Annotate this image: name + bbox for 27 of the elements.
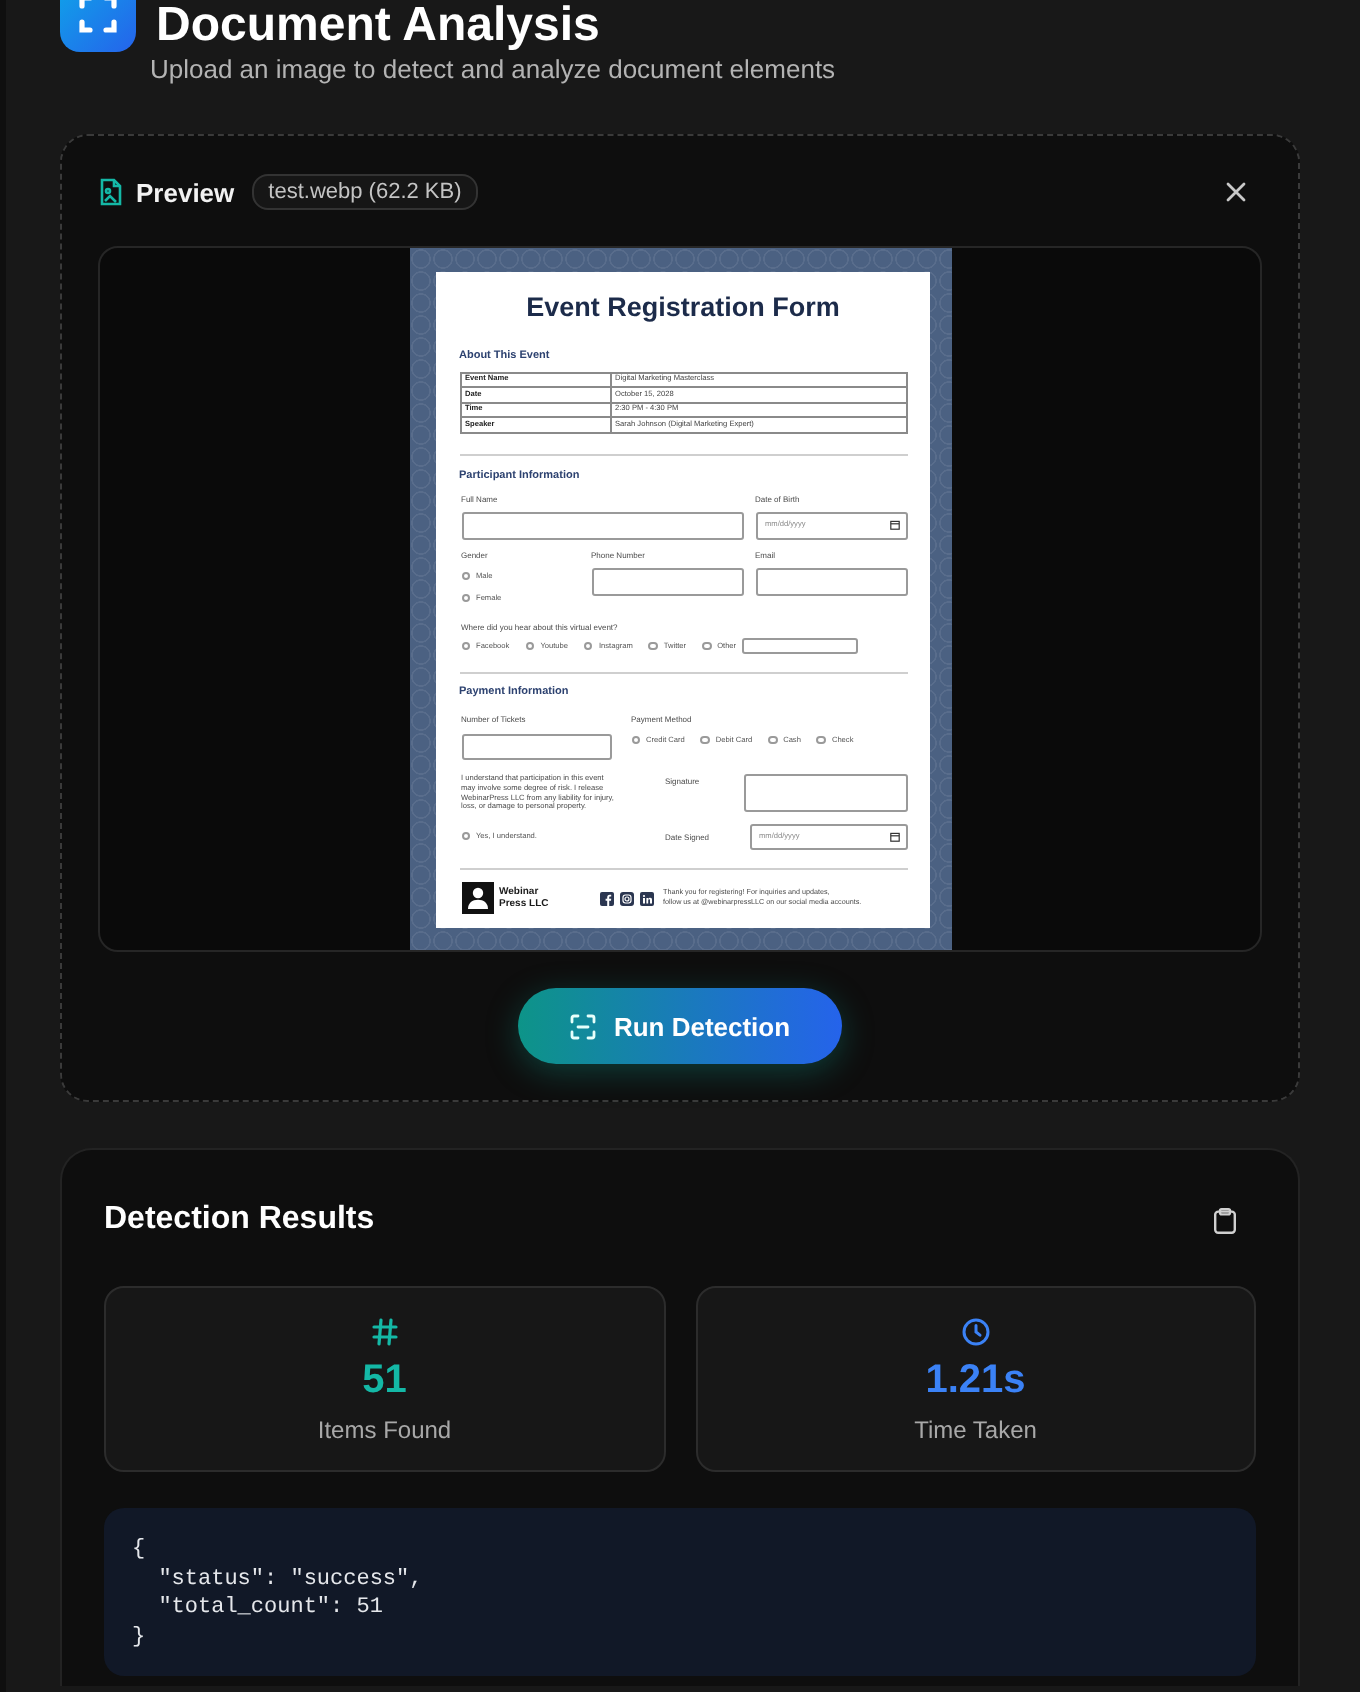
linkedin-icon (639, 891, 653, 906)
person-logo-icon (461, 882, 493, 915)
results-title: Detection Results (104, 1200, 375, 1240)
preview-label: Preview (136, 177, 235, 207)
file-image-icon (100, 178, 122, 206)
stat-value: 51 (362, 1356, 407, 1404)
facebook-icon (599, 891, 613, 906)
run-detection-button[interactable]: Run Detection (518, 988, 842, 1064)
close-button[interactable] (1226, 182, 1246, 202)
stat-label: Items Found (317, 1416, 452, 1444)
calendar-icon (889, 831, 899, 842)
file-chip: test.webp (62.2 KB) (252, 174, 478, 210)
copy-button[interactable] (1214, 1207, 1236, 1233)
clipboard-icon (1214, 1207, 1236, 1233)
instagram-icon (619, 891, 633, 906)
stat-label: Time Taken (914, 1416, 1037, 1444)
page-title: Document Analysis (156, 0, 602, 52)
close-icon (1226, 182, 1246, 202)
clock-icon (961, 1318, 990, 1346)
hash-icon (371, 1318, 398, 1346)
calendar-icon (889, 520, 899, 530)
input-field (742, 638, 859, 654)
stat-value: 1.21s (925, 1356, 1026, 1404)
form-title: Event Registration Form (524, 292, 842, 324)
page-subtitle: Upload an image to detect and analyze document elements (150, 54, 838, 86)
json-output: { "status": "success", "total_count": 51 } (104, 1508, 1256, 1676)
scan-icon (569, 1013, 596, 1039)
